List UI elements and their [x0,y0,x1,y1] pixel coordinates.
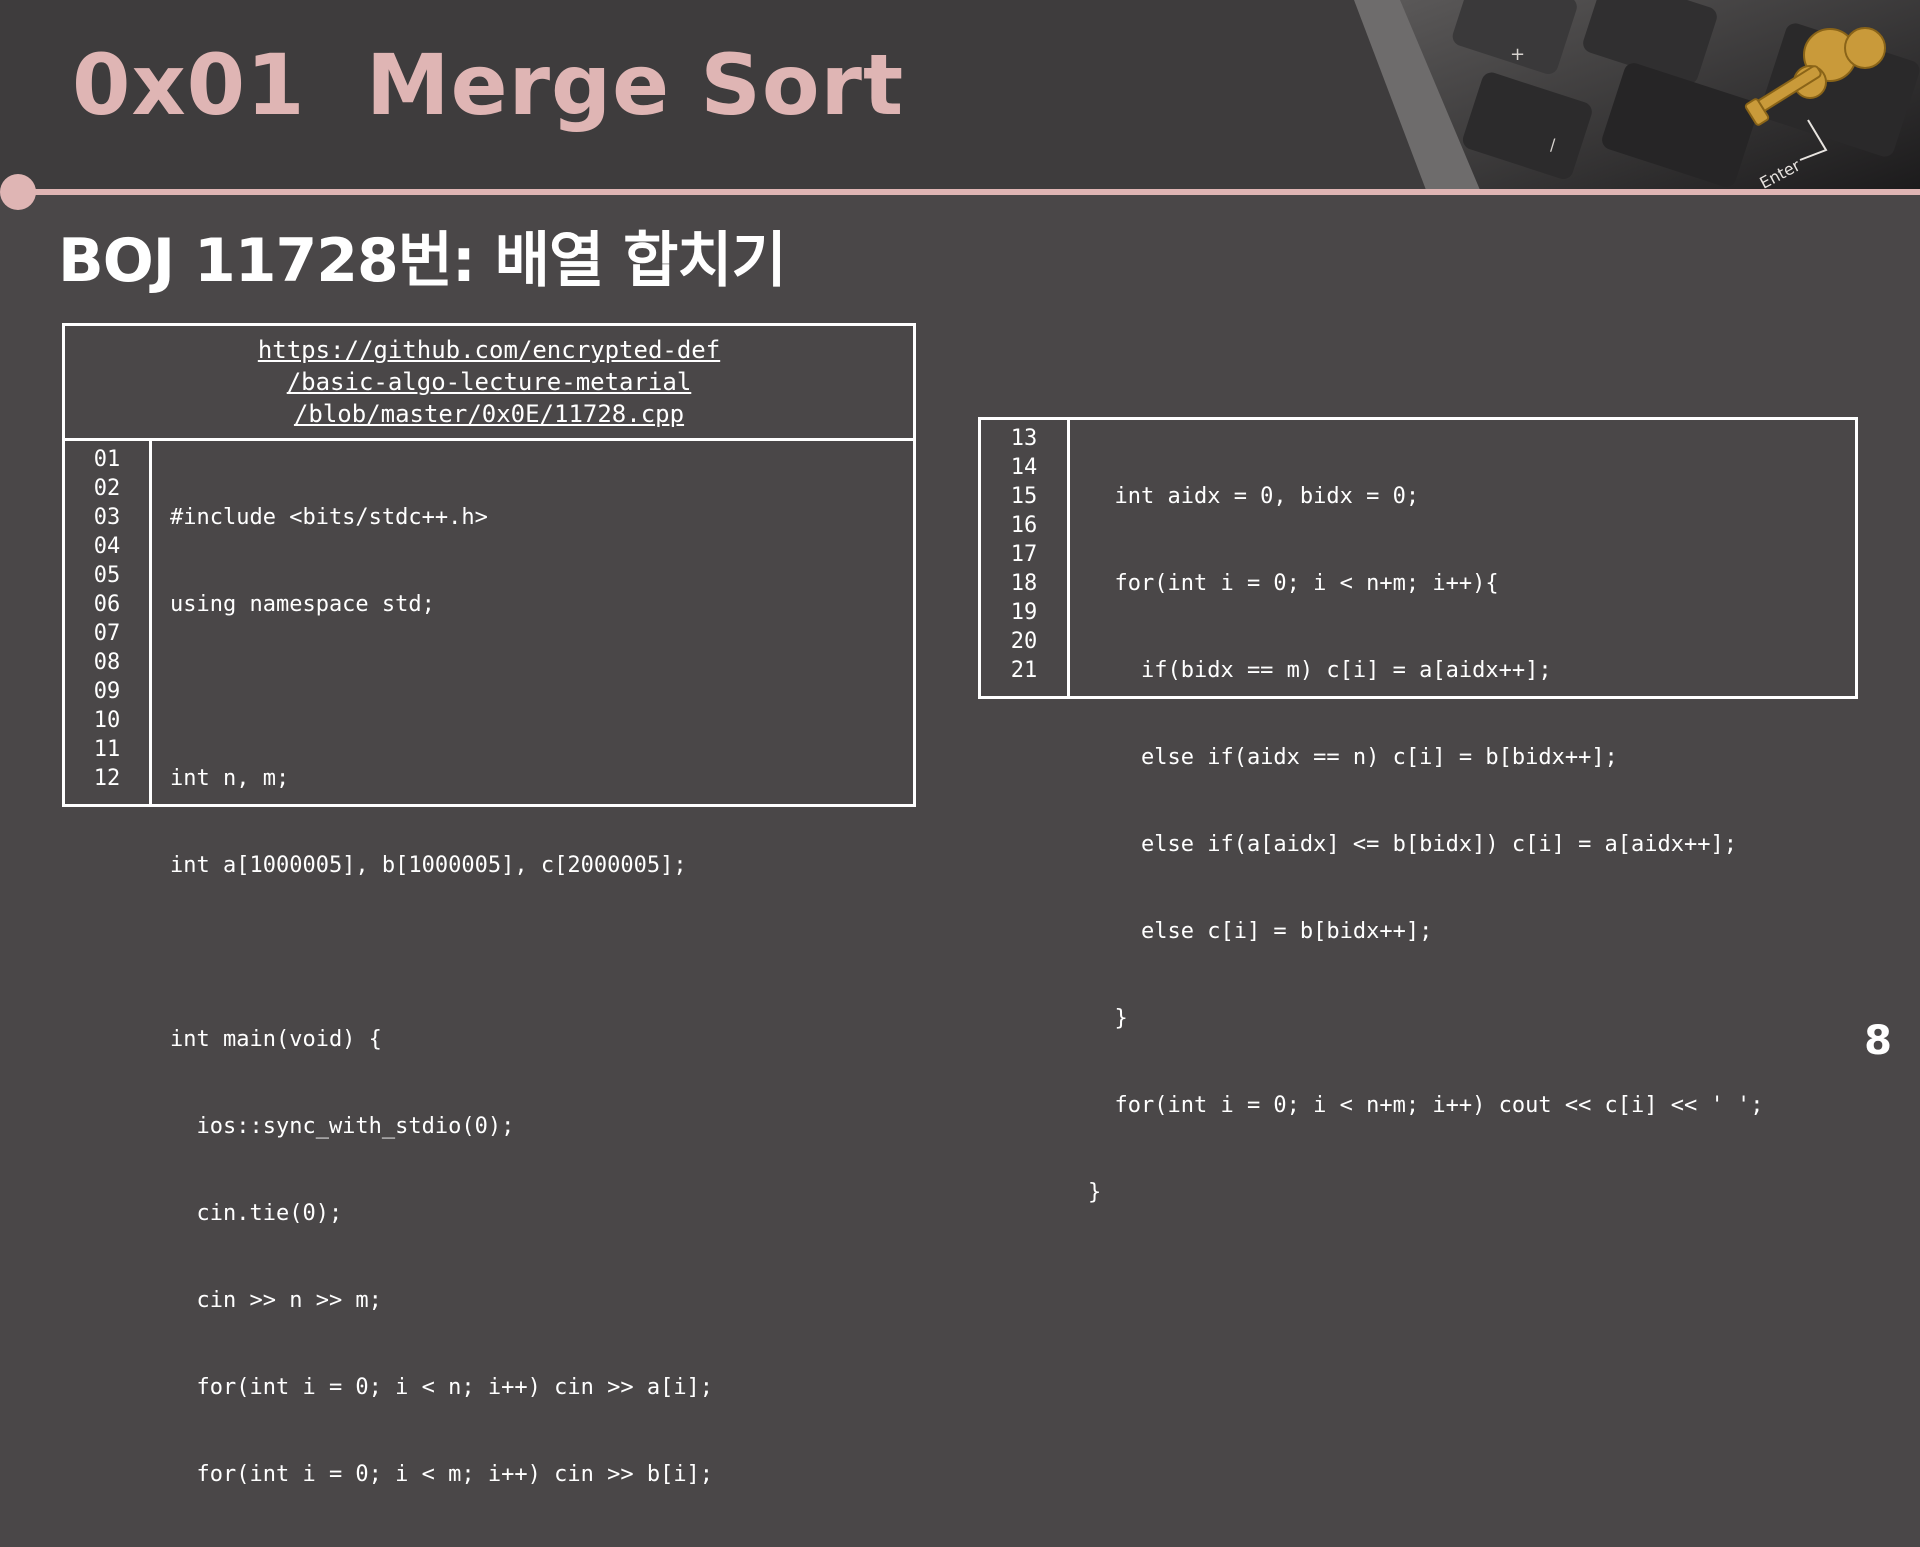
line-number: 11 [93,737,121,762]
code-line: int a[1000005], b[1000005], c[2000005]; [170,853,687,878]
line-number: 10 [93,708,121,733]
line-number-column: 13 14 15 16 17 18 19 20 21 [981,420,1070,696]
line-number: 08 [93,650,121,675]
code-line: #include <bits/stdc++.h> [170,505,488,530]
line-number: 02 [93,476,121,501]
code-line: else c[i] = b[bidx++]; [1088,919,1433,944]
line-number: 14 [1010,455,1038,480]
code-line: cin >> n >> m; [170,1288,382,1313]
code-lines: #include <bits/stdc++.h> using namespace… [152,441,713,1487]
slide-title: 0x01 Merge Sort [72,36,905,134]
line-number: 13 [1010,426,1038,451]
code-block-left: 01 02 03 04 05 06 07 08 09 10 11 12 #inc… [65,441,913,1487]
code-line: int aidx = 0, bidx = 0; [1088,484,1420,509]
line-number: 06 [93,592,121,617]
code-line: int n, m; [170,766,290,791]
line-number: 18 [1010,571,1038,596]
slide-subtitle: BOJ 11728번: 배열 합치기 [58,226,787,296]
code-line: if(bidx == m) c[i] = a[aidx++]; [1088,658,1552,683]
source-link-line-1[interactable]: https://github.com/encrypted-def [258,334,720,366]
title-divider [16,189,1920,195]
page-number: 8 [1864,1018,1892,1064]
line-number: 16 [1010,513,1038,538]
source-link-line-2[interactable]: /basic-algo-lecture-metarial [287,366,692,398]
code-line: ios::sync_with_stdio(0); [170,1114,515,1139]
keyboard-key-image: Enter + / [1340,0,1920,190]
code-line: for(int i = 0; i < n; i++) cin >> a[i]; [170,1375,714,1400]
svg-text:/: / [1550,135,1556,154]
line-number: 05 [93,563,121,588]
code-line: } [1088,1180,1102,1205]
code-box-left: https://github.com/encrypted-def /basic-… [62,323,916,1487]
line-number: 09 [93,679,121,704]
divider-dot [0,174,36,210]
code-line: for(int i = 0; i < m; i++) cin >> b[i]; [170,1462,714,1487]
line-number: 21 [1010,658,1038,683]
code-line: for(int i = 0; i < n+m; i++){ [1088,571,1499,596]
line-number: 07 [93,621,121,646]
code-line: int main(void) { [170,1027,382,1052]
line-number: 04 [93,534,121,559]
code-line: else if(a[aidx] <= b[bidx]) c[i] = a[aid… [1088,832,1738,857]
line-number: 19 [1010,600,1038,625]
code-block-right: 13 14 15 16 17 18 19 20 21 int aidx = 0,… [981,420,1855,1205]
code-line: using namespace std; [170,592,435,617]
code-line: } [1088,1006,1128,1031]
line-number: 20 [1010,629,1038,654]
line-number-column: 01 02 03 04 05 06 07 08 09 10 11 12 [65,441,152,807]
code-line: cin.tie(0); [170,1201,343,1226]
line-number: 17 [1010,542,1038,567]
code-line: for(int i = 0; i < n+m; i++) cout << c[i… [1088,1093,1764,1118]
line-number: 03 [93,505,121,530]
svg-text:+: + [1510,44,1525,65]
code-box-right: 13 14 15 16 17 18 19 20 21 int aidx = 0,… [978,417,1858,1205]
line-number: 12 [93,766,121,791]
line-number: 15 [1010,484,1038,509]
source-link-cell: https://github.com/encrypted-def /basic-… [65,326,913,441]
code-line: else if(aidx == n) c[i] = b[bidx++]; [1088,745,1618,770]
line-number: 01 [93,447,121,472]
code-lines: int aidx = 0, bidx = 0; for(int i = 0; i… [1070,420,1764,1205]
source-link-line-3[interactable]: /blob/master/0x0E/11728.cpp [294,398,684,430]
